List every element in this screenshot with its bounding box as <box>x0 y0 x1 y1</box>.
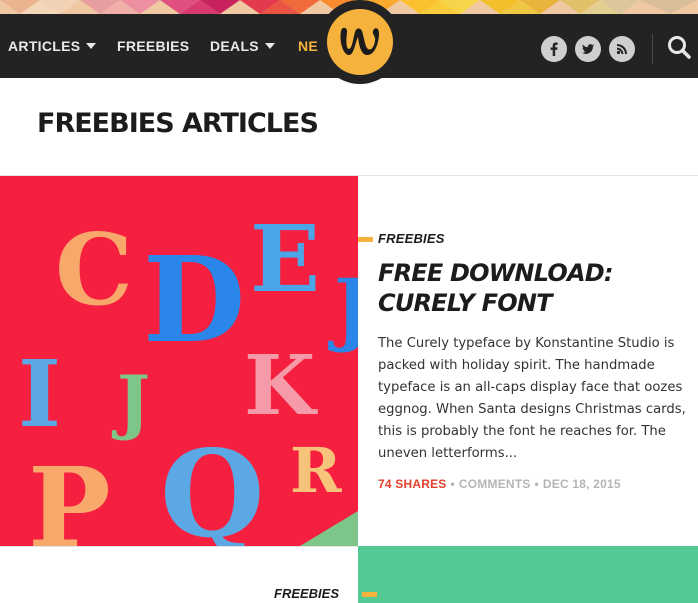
nav-item-label: NE <box>298 38 319 54</box>
image-letter: E <box>250 205 320 313</box>
nav-item-label: FREEBIES <box>117 38 190 54</box>
nav-item-label: ARTICLES <box>8 38 81 54</box>
logo-icon <box>327 9 393 75</box>
comments-link[interactable]: COMMENTS <box>459 477 531 491</box>
category-marker <box>362 592 377 597</box>
article-category[interactable]: FREEBIES <box>274 586 339 601</box>
image-letter: J <box>111 360 150 443</box>
page-title: FREEBIES ARTICLES <box>37 108 319 139</box>
nav-item-articles[interactable]: ARTICLES <box>8 14 97 78</box>
image-letter: C <box>55 213 133 328</box>
meta-separator: • <box>450 477 455 491</box>
image-letter: R <box>290 434 342 507</box>
image-letter: K <box>244 338 318 434</box>
image-letter: D <box>143 230 245 369</box>
image-decoration <box>300 511 358 546</box>
chevron-down-icon <box>86 43 97 49</box>
shares-count[interactable]: 74 SHARES <box>378 477 447 491</box>
meta-separator: • <box>534 477 539 491</box>
facebook-icon[interactable] <box>541 36 567 62</box>
image-letter: Q <box>160 424 265 546</box>
article-category[interactable]: FREEBIES <box>378 231 445 246</box>
search-icon[interactable] <box>664 32 694 62</box>
nav-divider <box>652 34 653 64</box>
nav-item-new[interactable]: NE <box>298 14 318 78</box>
nav-item-freebies[interactable]: FREEBIES <box>117 14 189 78</box>
image-letter: J <box>328 261 358 355</box>
image-letter: P <box>28 443 111 546</box>
twitter-icon[interactable] <box>575 36 601 62</box>
second-article-image[interactable] <box>358 546 698 603</box>
article-excerpt: The Curely typeface by Konstantine Studi… <box>378 336 686 461</box>
nav-item-label: DEALS <box>210 38 259 54</box>
image-letter: I <box>18 340 61 448</box>
article-headline[interactable]: FREE DOWNLOAD: CURELY FONT <box>378 258 688 318</box>
site-logo[interactable] <box>318 0 402 84</box>
article-date: DEC 18, 2015 <box>542 477 621 491</box>
chevron-down-icon <box>264 43 275 49</box>
featured-article-image[interactable]: C D E J I K J P Q R <box>0 176 358 546</box>
nav-item-deals[interactable]: DEALS <box>210 14 275 78</box>
article-meta: 74 SHARES • COMMENTS • DEC 18, 2015 <box>378 477 621 491</box>
divider <box>0 546 358 547</box>
rss-icon[interactable] <box>609 36 635 62</box>
category-marker <box>358 237 373 242</box>
